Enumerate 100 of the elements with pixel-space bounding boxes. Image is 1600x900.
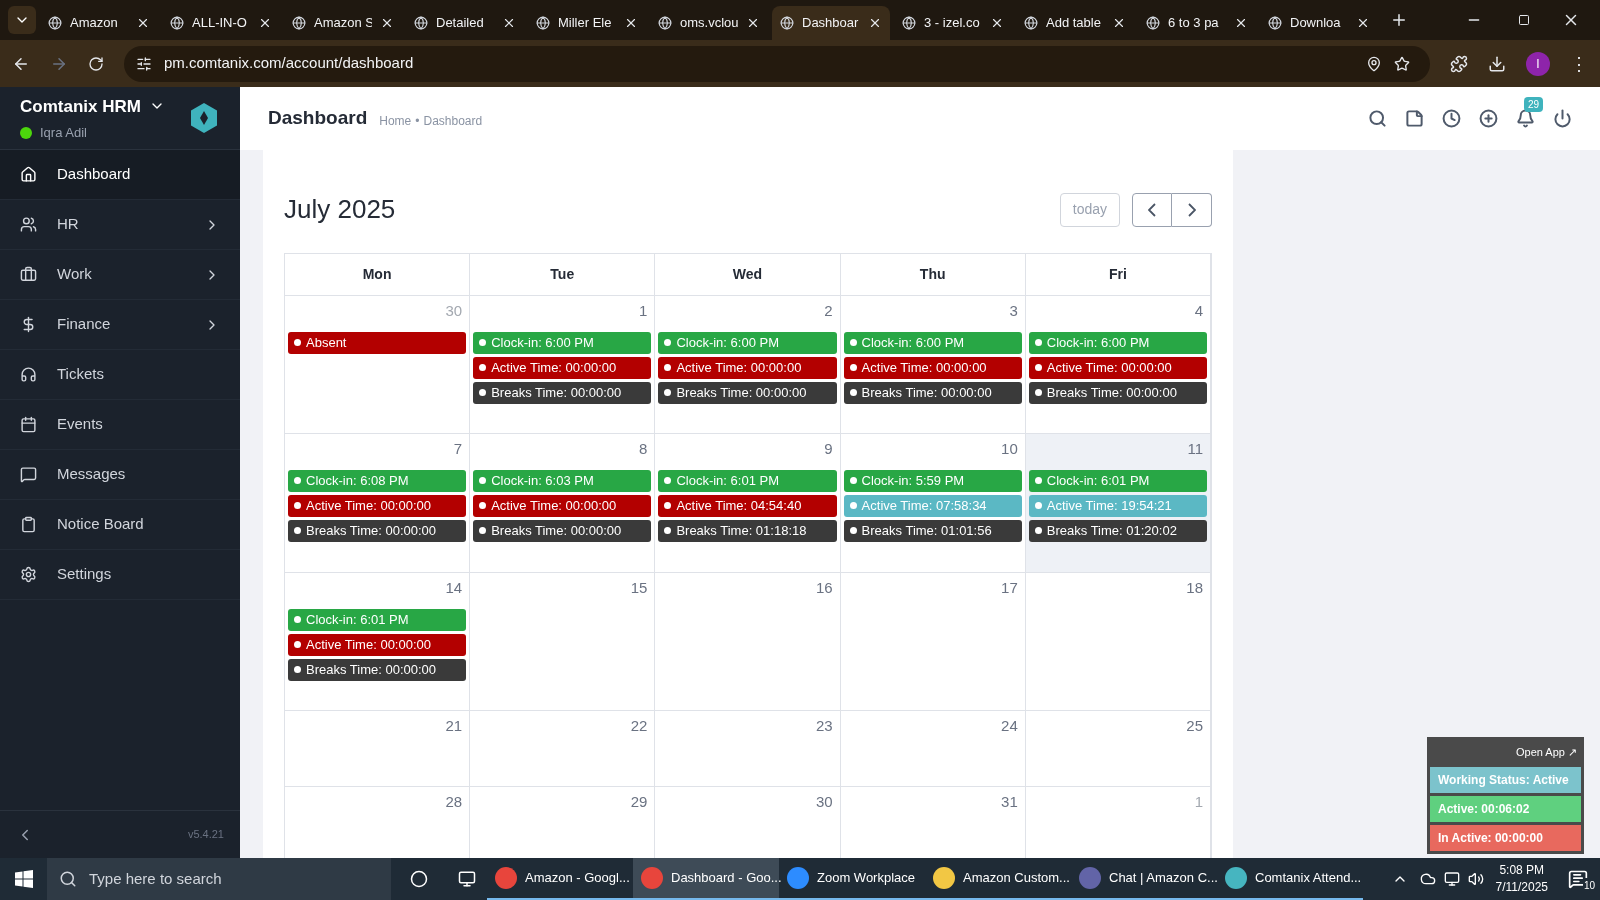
browser-tab[interactable]: Amazon bbox=[40, 6, 158, 40]
browser-tab[interactable]: Add table bbox=[1016, 6, 1134, 40]
browser-tab[interactable]: 3 - izel.co bbox=[894, 6, 1012, 40]
tracker-status: Active: 00:06:02 bbox=[1430, 796, 1581, 822]
day-number: 30 bbox=[815, 792, 834, 812]
cloud-icon[interactable] bbox=[1419, 871, 1436, 887]
taskbar-app[interactable]: Chat | Amazon C... bbox=[1071, 858, 1217, 900]
chevron-left-icon bbox=[1148, 202, 1156, 217]
close-icon[interactable] bbox=[1234, 16, 1248, 30]
windows-icon[interactable] bbox=[14, 870, 33, 888]
nav-label: Dashboard bbox=[57, 164, 132, 185]
previous-button[interactable] bbox=[1132, 192, 1172, 227]
logo-icon bbox=[188, 102, 220, 134]
app-icon bbox=[641, 867, 663, 889]
browser-tab[interactable]: ALL-IN-O bbox=[162, 6, 280, 40]
site-icon bbox=[170, 16, 184, 30]
calendar-event[interactable]: Breaks Time: 00:00:00 bbox=[473, 381, 652, 404]
close-icon[interactable] bbox=[258, 16, 272, 30]
note-icon[interactable] bbox=[1405, 109, 1424, 128]
close-icon[interactable] bbox=[502, 16, 516, 30]
calendar-event[interactable]: Active Time: 00:00:00 bbox=[843, 356, 1022, 379]
calendar-event[interactable]: Active Time: 00:00:00 bbox=[288, 633, 467, 656]
day-number: 8 bbox=[639, 439, 649, 459]
site-icon bbox=[1146, 16, 1160, 30]
close-icon[interactable] bbox=[1356, 16, 1370, 30]
close-icon[interactable] bbox=[746, 16, 760, 30]
nav-label: Events bbox=[57, 414, 104, 435]
maximize-icon[interactable] bbox=[1518, 14, 1530, 26]
tab-title: Amazon bbox=[70, 14, 119, 33]
nav-label: Tickets bbox=[57, 364, 105, 385]
reload-icon[interactable] bbox=[88, 55, 104, 72]
menu-icon[interactable]: ⋮ bbox=[1570, 54, 1588, 73]
calendar-event[interactable]: Breaks Time: 00:00:00 bbox=[1028, 381, 1207, 404]
tracker-status: Working Status: Active bbox=[1430, 767, 1581, 793]
taskbar-app[interactable]: Comtanix Attend... bbox=[1217, 858, 1363, 900]
close-icon[interactable] bbox=[1112, 16, 1126, 30]
volume-icon[interactable] bbox=[1467, 871, 1484, 887]
calendar-event[interactable]: Absent bbox=[288, 331, 467, 354]
calendar-event[interactable]: Breaks Time: 00:00:00 bbox=[288, 519, 467, 542]
bell-icon[interactable] bbox=[1516, 109, 1535, 128]
taskbar-app[interactable]: Dashboard - Goo... bbox=[633, 858, 779, 900]
day-number: 7 bbox=[453, 439, 464, 459]
search-icon[interactable] bbox=[1368, 109, 1387, 128]
add-icon[interactable] bbox=[1479, 109, 1498, 128]
clock-icon[interactable] bbox=[1442, 109, 1461, 128]
close-icon[interactable] bbox=[136, 16, 150, 30]
calendar-event[interactable]: Active Time: 00:00:00 bbox=[658, 356, 837, 379]
browser-tab[interactable]: Miller Ele bbox=[528, 6, 646, 40]
calendar-event[interactable]: Active Time: 04:54:40 bbox=[658, 494, 837, 517]
calendar-event[interactable]: Breaks Time: 00:00:00 bbox=[843, 381, 1022, 404]
extensions-icon[interactable] bbox=[1450, 54, 1468, 73]
task-view-icon[interactable] bbox=[458, 870, 476, 888]
breadcrumb-separator: • bbox=[415, 112, 420, 130]
calendar-event[interactable]: Active Time: 00:00:00 bbox=[1028, 356, 1207, 379]
browser-tab[interactable]: 6 to 3 pa bbox=[1138, 6, 1256, 40]
day-number: 11 bbox=[1187, 439, 1204, 459]
calendar-event[interactable]: Active Time: 00:00:00 bbox=[473, 494, 652, 517]
tab-search-button[interactable] bbox=[8, 6, 36, 34]
network-icon[interactable] bbox=[1443, 871, 1460, 887]
new-tab-icon[interactable] bbox=[1390, 11, 1408, 29]
calendar-event[interactable]: Breaks Time: 01:18:18 bbox=[658, 519, 837, 542]
browser-tab[interactable]: Dashboar bbox=[772, 6, 890, 40]
download-icon[interactable] bbox=[1488, 54, 1506, 73]
nav-item[interactable]: Dashboard bbox=[0, 150, 240, 200]
calendar-event[interactable]: Active Time: 00:00:00 bbox=[288, 494, 467, 517]
location-icon[interactable] bbox=[1366, 55, 1382, 72]
close-icon[interactable] bbox=[380, 16, 394, 30]
day-number: 2 bbox=[824, 301, 834, 321]
power-icon[interactable] bbox=[1553, 109, 1572, 128]
close-icon[interactable] bbox=[990, 16, 1004, 30]
day-number: 22 bbox=[630, 716, 649, 736]
calendar-event[interactable]: Breaks Time: 00:00:00 bbox=[658, 381, 837, 404]
search-field[interactable]: Type here to search bbox=[47, 858, 391, 900]
browser-tab[interactable]: oms.vclou bbox=[650, 6, 768, 40]
site-icon bbox=[1024, 16, 1038, 30]
taskbar-app[interactable]: Amazon Custom... bbox=[925, 858, 1071, 900]
browser-tab[interactable]: Detailed bbox=[406, 6, 524, 40]
site-settings-icon[interactable] bbox=[136, 55, 152, 72]
calendar-event[interactable]: Breaks Time: 01:20:02 bbox=[1028, 519, 1207, 542]
tab-title: Miller Ele bbox=[558, 14, 613, 33]
clipboard-icon bbox=[20, 516, 37, 533]
open-app-link[interactable]: Open App ↗ bbox=[1512, 739, 1581, 764]
tab-title: Add table bbox=[1046, 14, 1102, 33]
browser-tab[interactable]: Downloa bbox=[1260, 6, 1378, 40]
cortana-icon[interactable] bbox=[410, 870, 428, 888]
day-number: 25 bbox=[1186, 716, 1204, 736]
calendar-event[interactable]: Active Time: 00:00:00 bbox=[473, 356, 652, 379]
clock-time: 5:08 PM bbox=[1499, 862, 1545, 879]
site-icon bbox=[48, 16, 62, 30]
nav-label: HR bbox=[57, 214, 80, 235]
next-button[interactable] bbox=[1172, 192, 1212, 227]
day-number: 24 bbox=[1001, 716, 1019, 736]
calendar-event[interactable]: Breaks Time: 00:00:00 bbox=[288, 658, 467, 681]
star-icon[interactable] bbox=[1394, 55, 1410, 72]
calendar-event[interactable]: Breaks Time: 00:00:00 bbox=[473, 519, 652, 542]
address-field[interactable]: pm.comtanix.com/account/dashboard bbox=[124, 45, 1430, 82]
close-icon[interactable] bbox=[868, 16, 882, 30]
close-icon[interactable] bbox=[624, 16, 638, 30]
profile-avatar[interactable]: I bbox=[1526, 51, 1550, 76]
calendar-event[interactable]: Breaks Time: 01:01:56 bbox=[843, 519, 1022, 542]
